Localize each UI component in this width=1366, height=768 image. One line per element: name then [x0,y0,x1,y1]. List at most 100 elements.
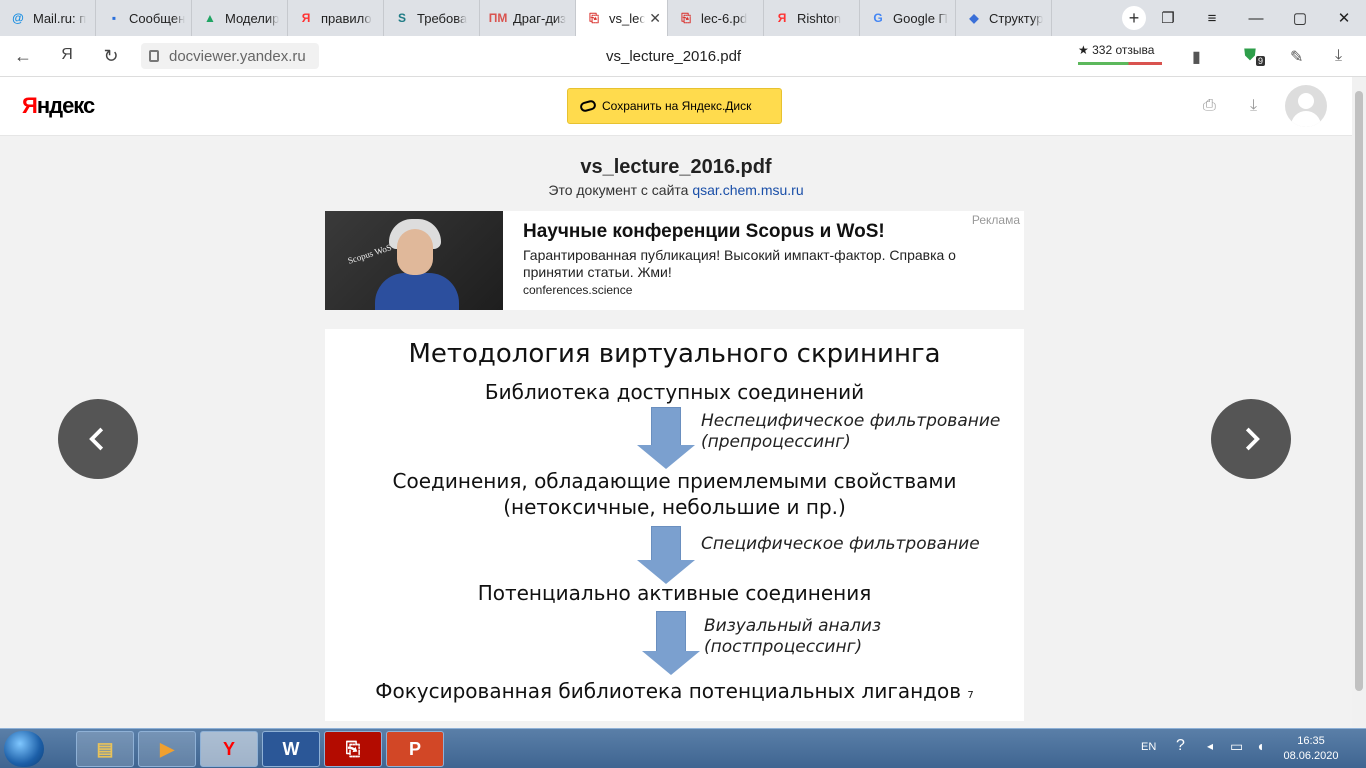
ad-label: Реклама [971,213,1020,227]
browser-tab[interactable]: ▪ Сообщени [96,0,192,36]
document-title: vs_lecture_2016.pdf [580,156,772,178]
browser-tab-label: vs_lec [609,10,646,26]
chevron-left-icon [89,427,104,451]
pdf-page: Методология виртуального скрининга Библи… [325,329,1024,721]
yandex-home-icon[interactable]: Я [56,46,78,64]
rating-widget[interactable]: ★ 332 отзыва [1078,43,1162,65]
arrow-1 [637,407,695,469]
scribd-icon: S [397,11,406,25]
menu-icon[interactable]: ≡ [1190,10,1234,27]
ad-banner[interactable]: Scopus WoS Реклама Научные конференции S… [325,211,1024,310]
browser-tab[interactable]: Я Rishton [764,0,860,36]
lock-icon [149,50,159,62]
logo-letter: Я [22,93,38,118]
ad-image: Scopus WoS [325,211,503,310]
ad-image-text: Scopus WoS [346,242,393,266]
slide-title: Методология виртуального скрининга [408,339,941,369]
step-3: Потенциально активные соединения [477,581,872,605]
clock[interactable]: 16:35 08.06.2020 [1276,734,1346,764]
browser-tab-label: Драг-диз [513,10,567,26]
browser-tab[interactable]: ⎘ lec-6.pd [668,0,764,36]
word-taskbar-icon[interactable]: W [262,731,320,767]
next-page-button[interactable] [1211,399,1291,479]
acrobat-taskbar-icon[interactable]: ⎘ [324,731,382,767]
browser-tab[interactable]: G Google П [860,0,956,36]
yandex-logo[interactable]: Яндекс [22,93,95,119]
restore-icon[interactable]: ▢ [1278,9,1322,27]
browser-tab-label: Моделир [225,10,280,26]
pdf-icon: ⎘ [589,10,599,25]
media-player-taskbar-icon[interactable]: ▶ [138,731,196,767]
browser-tab-label: Mail.ru: п [33,10,87,26]
browser-tab[interactable]: ◆ Структур [956,0,1052,36]
rating-bar [1078,62,1162,65]
shield-icon[interactable]: ⛊ 9 [1244,47,1266,67]
step-2: Соединения, обладающие приемлемыми свойс… [325,468,1024,520]
new-tab-button[interactable]: + [1122,6,1146,30]
yandex-browser-taskbar-icon[interactable]: Y [200,731,258,767]
disk-icon [578,99,598,113]
diamond-icon: ◆ [969,11,979,25]
clock-date: 08.06.2020 [1283,750,1339,762]
download-icon[interactable]: ⤓ [1335,47,1342,65]
browser-tab[interactable]: Яправило [288,0,384,36]
mail-icon: @ [12,11,24,25]
scrollbar[interactable] [1352,77,1366,727]
docviewer-header: Яндекс Сохранить на Яндекс.Диск ⎙ ⤓ [0,77,1352,136]
arrow-3 [642,611,700,675]
logo-rest: ндекс [36,93,95,118]
source-link[interactable]: qsar.chem.msu.ru [692,182,803,198]
browser-tab-label: lec-6.pd [701,10,748,26]
bookmark-icon[interactable]: ▮ [1192,47,1201,67]
url-field[interactable]: docviewer.yandex.ru [141,43,319,69]
explorer-taskbar-icon[interactable]: ▤ [76,731,134,767]
browser-tab-label: Google П [893,10,948,26]
ad-url[interactable]: conferences.science [523,283,632,297]
browser-tab-label: Сообщени [129,10,185,26]
save-to-disk-button[interactable]: Сохранить на Яндекс.Диск [567,88,782,124]
note-3-line-1: Визуальный анализ [704,616,882,636]
taskbar: ▤ ▶ Y W ⎘ P EN ? ◂ ▭ ◖ 16:35 08.06.2020 [0,728,1366,768]
start-button[interactable] [4,731,44,767]
help-icon[interactable]: ? [1176,737,1185,755]
arrow-2 [637,526,695,584]
extension-icon[interactable]: ✎ [1290,47,1303,67]
browser-tab[interactable]: ▲ Моделир [192,0,288,36]
prev-page-button[interactable] [58,399,138,479]
browser-tab[interactable]: ⎘ vs_lec ✕ [576,0,668,36]
page-number: 7 [967,690,974,701]
tabs-menu-icon[interactable]: ❐ [1146,9,1190,27]
step-2-line-2: (нетоксичные, небольшие и пр.) [503,495,846,519]
save-button-label: Сохранить на Яндекс.Диск [602,99,752,113]
rating-text: ★ 332 отзыва [1078,43,1155,57]
download-file-icon[interactable]: ⤓ [1250,97,1257,115]
reload-icon[interactable]: ↻ [100,46,122,67]
avatar[interactable] [1285,85,1327,127]
url-text: docviewer.yandex.ru [169,47,306,65]
powerpoint-taskbar-icon[interactable]: P [386,731,444,767]
chat-icon: ▪ [111,11,117,25]
browser-tab-label: Структур [989,10,1044,26]
browser-tab-label: правило [321,10,372,26]
note-1-line-2: (препроцессинг) [701,432,851,452]
volume-icon[interactable]: ◖ [1256,738,1264,754]
browser-tab[interactable]: ПМ Драг-диз [480,0,576,36]
note-2: Специфическое фильтрование [701,534,980,554]
print-icon[interactable]: ⎙ [1203,97,1216,115]
close-icon[interactable]: ✕ [1322,9,1366,27]
browser-tab[interactable]: @ Mail.ru: п [0,0,96,36]
translate-icon: G [873,11,883,25]
browser-tab[interactable]: S Требова [384,0,480,36]
note-3-line-2: (постпроцессинг) [704,637,863,657]
step-1: Библиотека доступных соединений [484,380,865,404]
yandex-icon: Я [777,11,787,25]
browser-tab-label: Требова [417,10,468,26]
minimize-icon[interactable]: — [1234,10,1278,27]
device-icon[interactable]: ▭ [1230,738,1243,755]
tray-arrow-icon[interactable]: ◂ [1207,739,1213,753]
back-icon[interactable]: ← [12,46,34,67]
close-tab-icon[interactable]: ✕ [649,10,661,27]
note-3: Визуальный анализ (постпроцессинг) [704,616,881,658]
ad-title[interactable]: Научные конференции Scopus и WoS! [523,221,885,243]
language-indicator[interactable]: EN [1141,741,1156,753]
